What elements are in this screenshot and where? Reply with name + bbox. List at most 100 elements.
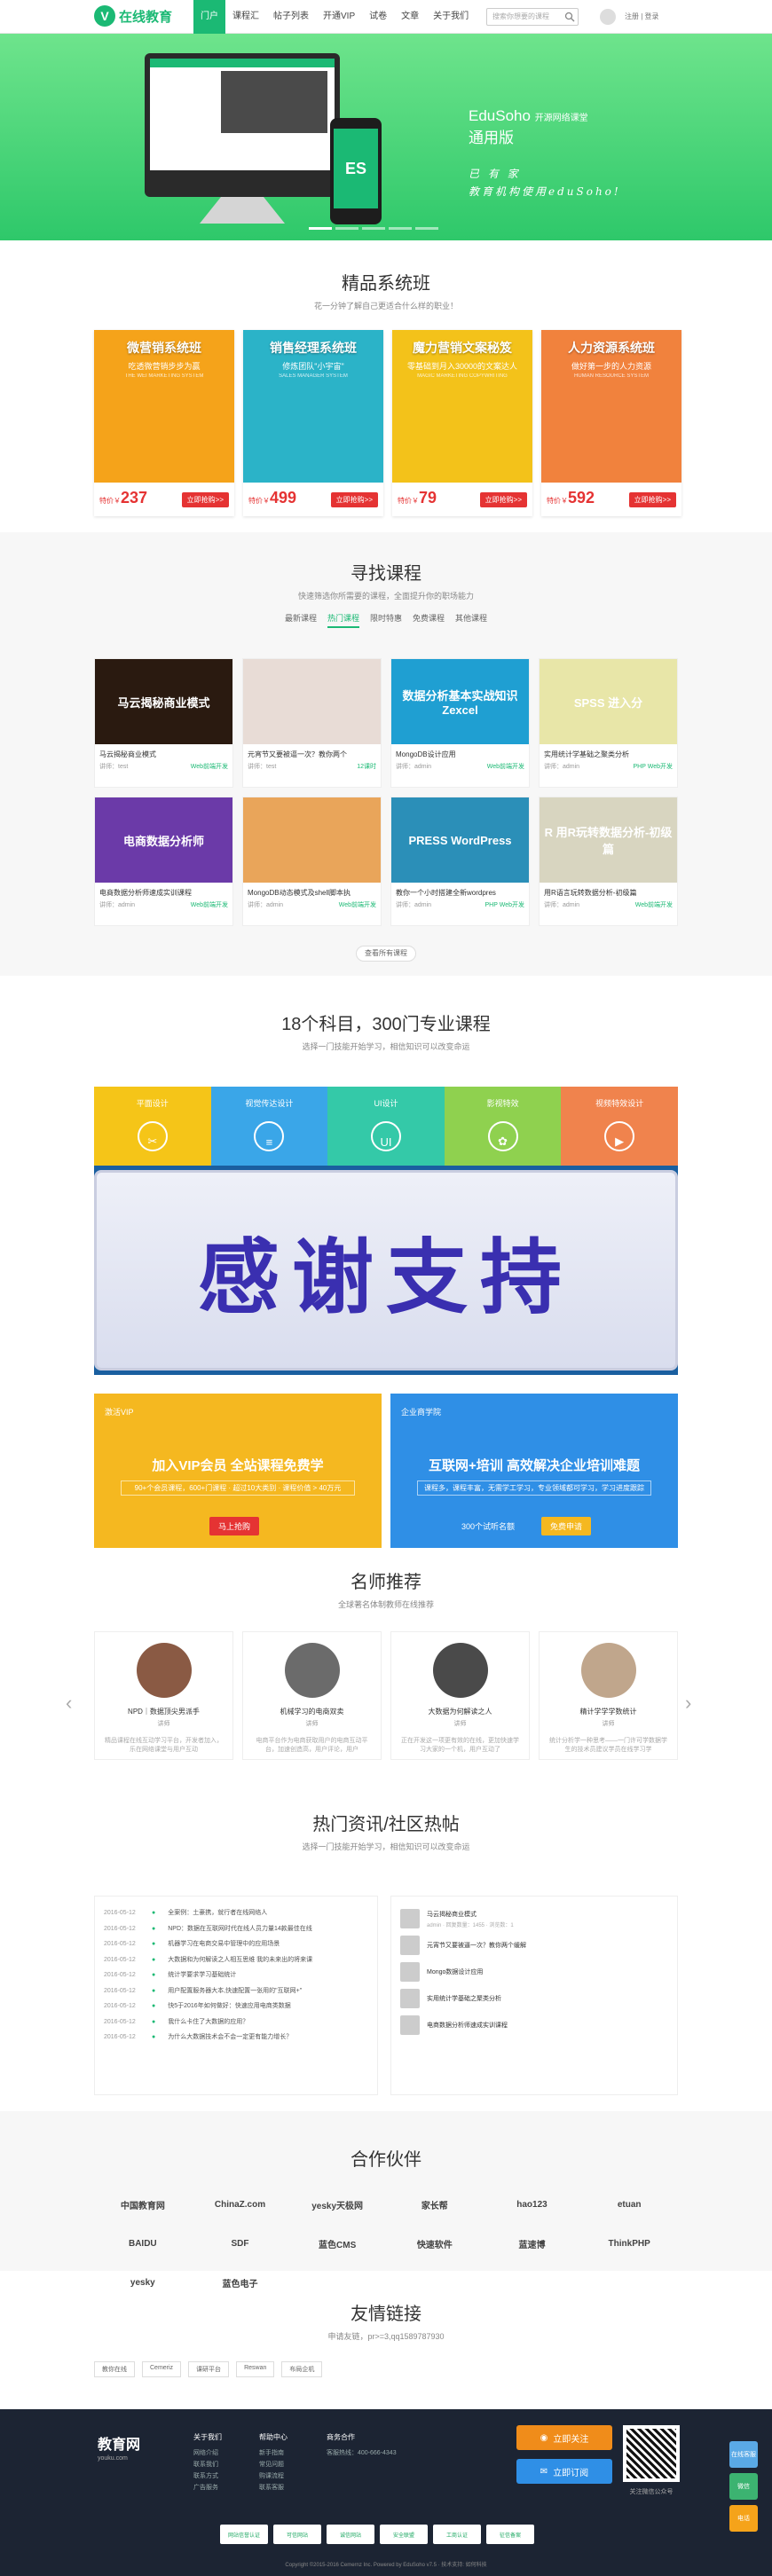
news-title[interactable]: 我什么卡住了大数据的应用？ (168, 2014, 248, 2030)
course-tab[interactable]: 热门课程 (327, 612, 359, 628)
post-item[interactable]: 马云揭秘商业模式 admin · 回复数量：1455 · 浏览数：1 (400, 1905, 668, 1932)
course-tab[interactable]: 其他课程 (455, 612, 487, 628)
friend-link[interactable]: 布局企机 (281, 2361, 323, 2377)
friend-link[interactable]: 课研平台 (188, 2361, 230, 2377)
side-wechat-button[interactable]: 微信 (729, 2473, 758, 2500)
news-item[interactable]: 2016-05-12 ● 用户配置服务器大本,快速配置一张用的"互联网+" (104, 1983, 368, 1999)
carousel-dot[interactable] (309, 227, 332, 230)
footer-link[interactable]: 购课流程 (259, 2470, 288, 2482)
course-card[interactable]: R 用R玩转数据分析-初级篇 用R语言玩转数据分析-初级篇 讲师：admin Web前… (539, 797, 678, 926)
system-course-card[interactable]: 销售经理系统班 修炼团队"小宇宙" SALES MANAGER SYSTEM 特价￥4… (243, 330, 383, 516)
buy-button[interactable]: 立即抢购>> (330, 491, 378, 507)
system-course-card[interactable]: 人力资源系统班 做好第一步的人力资源 HUMAN RESOURCE SYSTEM 特价… (541, 330, 681, 516)
user-avatar-icon[interactable] (600, 9, 616, 25)
course-card[interactable]: PRESS WordPress 教你一个小时搭建全新wordpres 讲师：admi… (390, 797, 530, 926)
course-name[interactable]: 用R语言玩转数据分析-初级篇 (540, 883, 677, 900)
partner-logo[interactable]: yesky天极网 (288, 2191, 386, 2218)
teacher-card[interactable]: 机械学习的电商双卖 讲师 电商平台作为电商获取用户的电商互动平台，加速创造高，用户评… (242, 1631, 382, 1760)
course-card[interactable]: MongoDB动态模式及shell脚本执 讲师：admin Web前端开发 (242, 797, 382, 926)
news-title[interactable]: 全案例：土豪携，就行者在线网络人 (168, 1905, 267, 1921)
trust-badge[interactable]: 征信备案 (486, 2525, 534, 2544)
subject-tile[interactable]: 平面设计 ✂ (94, 1087, 211, 1171)
vip-promo-card[interactable]: 激活VIP 加入VIP会员 全站课程免费学 90+个会员课程，600+门课程 ·… (94, 1394, 382, 1548)
partner-logo[interactable]: 蓝色CMS (288, 2230, 386, 2257)
footer-link[interactable]: 联系方式 (193, 2470, 222, 2482)
chevron-left-icon[interactable]: ‹ (66, 1692, 72, 1715)
nav-item[interactable]: 试卷 (362, 0, 394, 34)
system-course-card[interactable]: 微营销系统班 吃透微营销步步为赢 THE WEI MARKETING SYSTEM 特… (94, 330, 234, 516)
post-title[interactable]: 实用统计学基础之聚类分析 (427, 1994, 501, 2003)
footer-logo[interactable]: 教育网 youku.com (98, 2432, 140, 2462)
buy-button[interactable]: 立即抢购>> (479, 491, 527, 507)
system-course-card[interactable]: 魔力营销文案秘笈 零基础到月入30000的文案达人 MAGIC MARKETING … (392, 330, 532, 516)
news-title[interactable]: 统计学要求学习基础统计 (168, 1967, 236, 1983)
news-item[interactable]: 2016-05-12 ● 大数据和为何解读之人相互思维 我的未来出的将来课 (104, 1952, 368, 1968)
course-tab[interactable]: 免费课程 (413, 612, 445, 628)
post-item[interactable]: 电商数据分析师速成实训课程 (400, 2012, 668, 2038)
news-item[interactable]: 2016-05-12 ● 为什么大数据技术会不会一定更有能力增长？ (104, 2030, 368, 2046)
news-item[interactable]: 2016-05-12 ● 统计学要求学习基础统计 (104, 1967, 368, 1983)
trust-badge[interactable]: 网站信誉认证 (220, 2525, 268, 2544)
course-card[interactable]: 数据分析基本实战知识 Zexcel MongoDB设计应用 讲师：admin Web前… (390, 658, 530, 788)
subject-tile[interactable]: 影视特效 ✿ (444, 1087, 562, 1171)
post-title[interactable]: 元宵节又要被逼一次？教你两个缓解 (427, 1941, 526, 1950)
partner-logo[interactable]: hao123 (484, 2191, 581, 2218)
news-item[interactable]: 2016-05-12 ● 全案例：土豪携，就行者在线网络人 (104, 1905, 368, 1921)
carousel-dot[interactable] (389, 227, 412, 230)
friend-link[interactable]: Reswan (236, 2361, 275, 2377)
friend-link[interactable]: 教你在线 (94, 2361, 135, 2377)
course-name[interactable]: 马云揭秘商业模式 (95, 744, 232, 762)
partner-logo[interactable]: BAIDU (94, 2230, 192, 2257)
footer-link[interactable]: 新手指南 (259, 2447, 288, 2459)
side-service-button[interactable]: 在线客服 (729, 2441, 758, 2468)
subject-tile[interactable]: 视频特效设计 ▶ (561, 1087, 678, 1171)
partner-logo[interactable]: SDF (192, 2230, 289, 2257)
login-links[interactable]: 注册 | 登录 (625, 12, 659, 21)
follow-button[interactable]: ◉ 立即关注 (516, 2425, 612, 2450)
news-title[interactable]: 大数据和为何解读之人相互思维 我的未来出的将来课 (168, 1952, 312, 1968)
nav-item[interactable]: 文章 (394, 0, 426, 34)
footer-link[interactable]: 联系客服 (259, 2482, 288, 2494)
view-all-courses-button[interactable]: 查看所有课程 (356, 946, 416, 962)
course-name[interactable]: 电商数据分析师速成实训课程 (95, 883, 232, 900)
teacher-card[interactable]: 精计学学学数统计 讲师 统计分析学一种思考——一门许可学数据学生的技术员建议学员在线… (539, 1631, 678, 1760)
side-phone-button[interactable]: 电话 (729, 2505, 758, 2532)
site-logo[interactable]: V 在线教育 (94, 5, 172, 27)
partner-logo[interactable]: ThinkPHP (580, 2230, 678, 2257)
trust-badge[interactable]: 可信网站 (273, 2525, 321, 2544)
news-title[interactable]: 机器学习在电商交易中管理中的应用场景 (168, 1936, 280, 1952)
course-tab[interactable]: 限时特惠 (370, 612, 402, 628)
post-item[interactable]: Mongo数据设计应用 (400, 1959, 668, 1985)
news-item[interactable]: 2016-05-12 ● NPD：数据在互联网时代在线人员力量14款最佳在线 (104, 1921, 368, 1937)
course-name[interactable]: MongoDB动态模式及shell脚本执 (243, 883, 381, 900)
subject-tile[interactable]: UI设计 UI (327, 1087, 445, 1171)
nav-item[interactable]: 关于我们 (426, 0, 476, 34)
friend-link[interactable]: Cemeriz (142, 2361, 182, 2377)
nav-item[interactable]: 门户 (193, 0, 225, 34)
course-tab[interactable]: 最新课程 (285, 612, 317, 628)
nav-item[interactable]: 开通VIP (316, 0, 362, 34)
partner-logo[interactable]: 中国教育网 (94, 2191, 192, 2218)
course-card[interactable]: SPSS 进入分 实用统计学基础之聚类分析 讲师：admin PHP Web开发 (539, 658, 678, 788)
teacher-card[interactable]: 大数据为何解读之人 讲师 正在开发这一项更有效的在线，更加快速学习大家的一个机，用户… (390, 1631, 530, 1760)
footer-link[interactable]: 客服热线：400-666-4343 (327, 2447, 397, 2459)
partner-logo[interactable]: 家长帮 (386, 2191, 484, 2218)
course-card[interactable]: 元宵节又要被逼一次？教你两个 讲师：test 12课时 (242, 658, 382, 788)
subject-tile[interactable]: 视觉传达设计 ≡ (210, 1087, 328, 1171)
course-name[interactable]: MongoDB设计应用 (391, 744, 529, 762)
post-title[interactable]: 马云揭秘商业模式 (427, 1910, 514, 1919)
course-card[interactable]: 电商数据分析师 电商数据分析师速成实训课程 讲师：admin Web前端开发 (94, 797, 233, 926)
enterprise-apply-button[interactable]: 免费申请 (541, 1517, 592, 1535)
enterprise-promo-card[interactable]: 企业商学院 互联网+培训 高效解决企业培训难题 课程多，课程丰富，无需学工学习，… (390, 1394, 678, 1548)
news-title[interactable]: 用户配置服务器大本,快速配置一张用的"互联网+" (168, 1983, 302, 1999)
news-item[interactable]: 2016-05-12 ● 我什么卡住了大数据的应用？ (104, 2014, 368, 2030)
course-card[interactable]: 马云揭秘商业模式 马云揭秘商业模式 讲师：test Web前端开发 (94, 658, 233, 788)
news-item[interactable]: 2016-05-12 ● 机器学习在电商交易中管理中的应用场景 (104, 1936, 368, 1952)
vip-buy-button[interactable]: 马上抢购 (209, 1517, 260, 1535)
nav-item[interactable]: 帖子列表 (266, 0, 316, 34)
trust-badge[interactable]: 工商认证 (433, 2525, 481, 2544)
post-item[interactable]: 实用统计学基础之聚类分析 (400, 1985, 668, 2012)
buy-button[interactable]: 立即抢购>> (181, 491, 229, 507)
trust-badge[interactable]: 安全联盟 (380, 2525, 428, 2544)
partner-logo[interactable]: ChinaZ.com (192, 2191, 289, 2218)
